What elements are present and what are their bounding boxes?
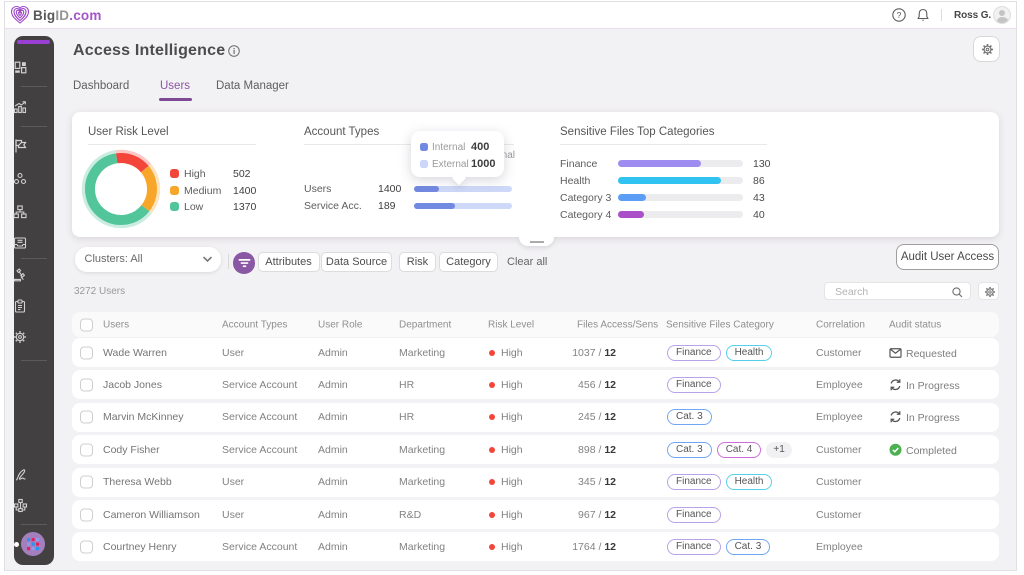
svg-text:?: ?	[897, 10, 902, 20]
